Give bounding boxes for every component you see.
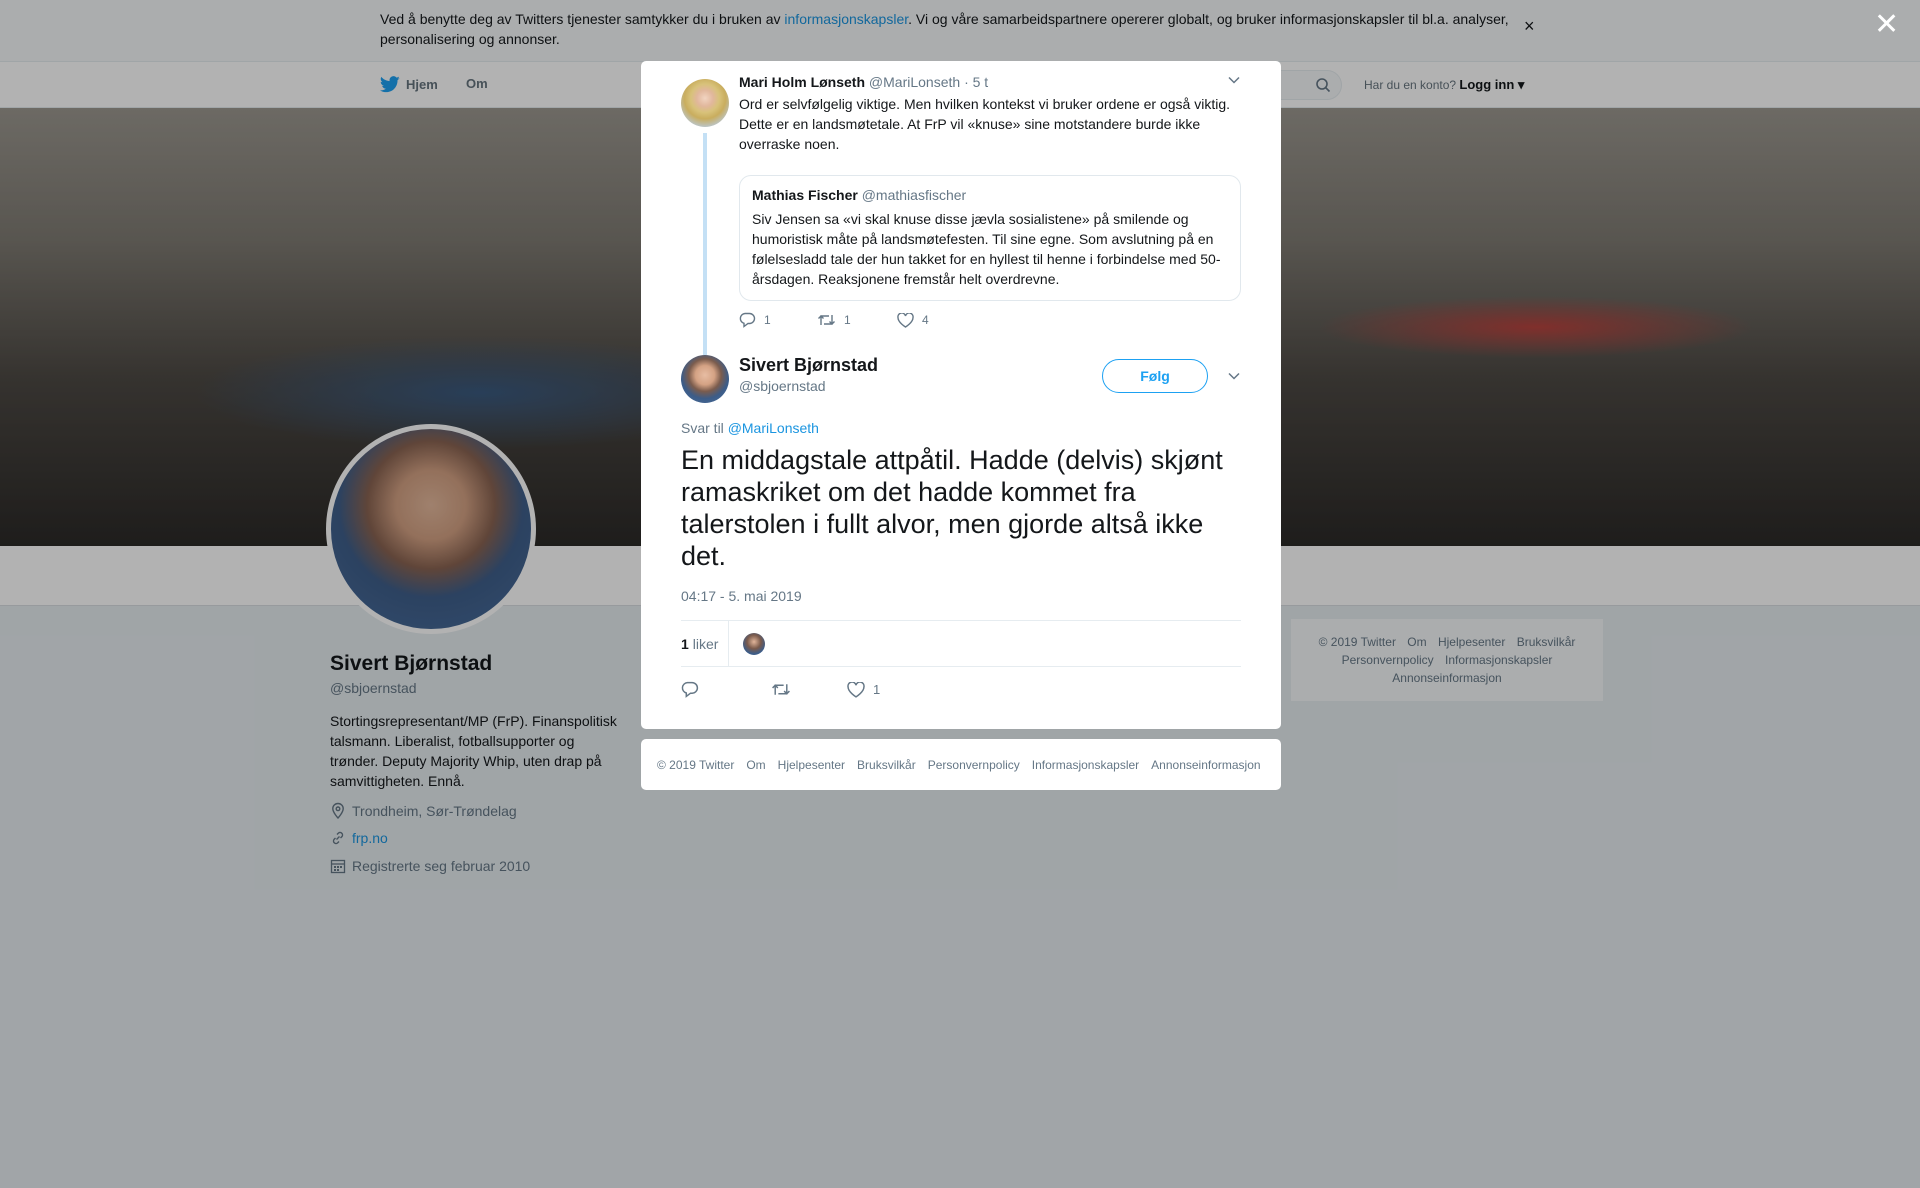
quoted-tweet[interactable]: Mathias Fischer @mathiasfischer Siv Jens… bbox=[739, 175, 1241, 301]
chevron-down-icon[interactable] bbox=[1227, 75, 1241, 85]
footer-copyright: © 2019 Twitter bbox=[657, 757, 735, 772]
quoted-tweet-text: Siv Jensen sa «vi skal knuse disse jævla… bbox=[752, 211, 1221, 287]
parent-tweet-avatar[interactable] bbox=[681, 79, 729, 127]
footer-link-terms[interactable]: Bruksvilkår bbox=[857, 758, 916, 772]
parent-tweet-text: Ord er selvfølgelig viktige. Men hvilken… bbox=[739, 96, 1230, 152]
likes-count-link[interactable]: 1 liker bbox=[681, 620, 730, 667]
quoted-tweet-author-name: Mathias Fischer bbox=[752, 187, 858, 203]
reply-button[interactable] bbox=[681, 681, 771, 698]
quoted-tweet-header: Mathias Fischer @mathiasfischer bbox=[752, 187, 1228, 203]
modal-footer: © 2019 Twitter Om Hjelpesenter Bruksvilk… bbox=[641, 739, 1281, 790]
retweet-button[interactable] bbox=[771, 681, 847, 698]
like-button[interactable]: 1 bbox=[847, 681, 937, 698]
quoted-tweet-author-handle: @mathiasfischer bbox=[861, 187, 967, 203]
reply-context: Svar til @MariLonseth bbox=[681, 420, 819, 436]
retweet-icon bbox=[772, 684, 790, 695]
footer-link-cookies[interactable]: Informasjonskapsler bbox=[1032, 758, 1139, 772]
main-tweet-text: En middagstale attpåtil. Hadde (delvis) … bbox=[681, 445, 1223, 571]
tweet-permalink-modal: Mari Holm Lønseth @MariLonseth · 5 t Ord… bbox=[641, 61, 1281, 729]
heart-icon bbox=[847, 681, 865, 698]
parent-tweet-header: Mari Holm Lønseth @MariLonseth · 5 t bbox=[739, 74, 988, 90]
parent-tweet-timestamp[interactable]: · 5 t bbox=[964, 74, 988, 90]
thread-connector bbox=[703, 133, 707, 355]
main-tweet-actions: 1 bbox=[681, 681, 937, 698]
main-tweet-author-handle[interactable]: @sbjoernstad bbox=[739, 378, 826, 394]
footer-link-about[interactable]: Om bbox=[746, 758, 765, 772]
footer-link-privacy[interactable]: Personvernpolicy bbox=[928, 758, 1020, 772]
footer-link-help[interactable]: Hjelpesenter bbox=[778, 758, 845, 772]
retweet-button[interactable]: 1 bbox=[817, 312, 897, 328]
reply-button[interactable]: 1 bbox=[739, 312, 817, 328]
follow-button[interactable]: Følg bbox=[1102, 359, 1208, 393]
like-button[interactable]: 4 bbox=[897, 312, 977, 328]
heart-icon bbox=[897, 312, 914, 328]
main-tweet-avatar[interactable] bbox=[681, 355, 729, 403]
liker-avatar[interactable] bbox=[743, 632, 766, 655]
footer-link-ads[interactable]: Annonseinformasjon bbox=[1151, 758, 1260, 772]
reply-target-link[interactable]: @MariLonseth bbox=[728, 420, 819, 436]
main-tweet-author-name[interactable]: Sivert Bjørnstad bbox=[739, 355, 878, 376]
reply-icon bbox=[739, 312, 756, 328]
retweet-icon bbox=[818, 315, 835, 325]
parent-tweet-author-handle[interactable]: @MariLonseth bbox=[869, 74, 960, 90]
tweet-stats: 1 liker bbox=[681, 620, 1241, 667]
chevron-down-icon[interactable] bbox=[1227, 371, 1241, 381]
parent-tweet-author-name[interactable]: Mari Holm Lønseth bbox=[739, 74, 865, 90]
close-icon[interactable]: ✕ bbox=[1874, 10, 1899, 40]
main-tweet-timestamp[interactable]: 04:17 - 5. mai 2019 bbox=[681, 588, 802, 604]
parent-tweet-actions: 1 1 4 bbox=[739, 312, 977, 328]
reply-icon bbox=[681, 681, 699, 698]
